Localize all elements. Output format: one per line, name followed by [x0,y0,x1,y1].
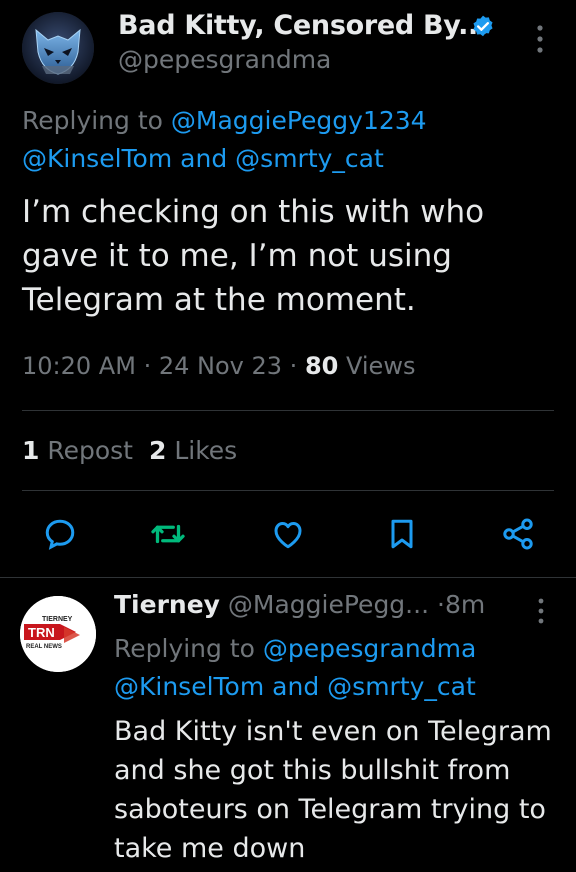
replying-and: and [272,672,320,701]
reply-time-sep: · [436,590,445,619]
replying-prefix: Replying to [22,106,163,135]
engagement-stats: 1 Repost 2 Likes [22,436,237,465]
replying-prefix: Replying to [114,634,255,663]
views-label: Views [346,352,416,380]
author-name[interactable]: Bad Kitty, Censored By... [118,10,488,41]
tweet-meta: 10:20 AM · 24 Nov 23 · 80 Views [22,352,415,380]
replying-to: Replying to @MaggiePeggy1234 @KinselTom … [22,102,552,178]
cat-avatar-icon [22,12,94,84]
reply-text: Bad Kitty isn't even on Telegram and she… [114,716,552,864]
verified-badge-icon [473,15,493,37]
likes-label: Likes [174,436,238,465]
mention-link[interactable]: @smrty_cat [327,672,476,701]
replying-and: and [180,144,228,173]
avatar-text-top: TIERNEY [42,616,73,623]
likes-count: 2 [148,436,167,465]
tweet-time[interactable]: 10:20 AM [22,352,136,380]
share-icon[interactable] [500,516,536,552]
reply-replying-to: Replying to @pepesgrandma @KinselTom and… [114,630,554,706]
reply-icon[interactable] [42,516,78,552]
divider [22,490,554,491]
tweet-text: I’m checking on this with who gave it to… [22,194,485,318]
author-avatar[interactable] [22,12,94,84]
like-icon[interactable] [270,516,306,552]
mention-link[interactable]: @MaggiePeggy1234 [171,106,427,135]
bookmark-icon[interactable] [384,516,420,552]
tweet-date[interactable]: 24 Nov 23 [159,352,282,380]
reply-author-handle[interactable]: @MaggiePegg... [228,590,429,619]
meta-separator: · [289,352,298,380]
tweet-separator [0,577,576,578]
more-options-icon[interactable] [530,22,550,56]
author-handle[interactable]: @pepesgrandma [118,45,331,74]
repost-count: 1 [22,436,40,465]
mention-link[interactable]: @pepesgrandma [263,634,476,663]
views-count: 80 [304,352,339,380]
reply-more-options-icon[interactable] [532,596,550,626]
repost-stat[interactable]: 1 Repost [22,436,133,465]
repost-icon[interactable] [150,516,186,552]
trn-logo-icon: TIERNEY TRN REAL NEWS [20,596,96,672]
likes-stat[interactable]: 2 Likes [149,436,237,465]
repost-label: Repost [47,436,133,465]
reply-header: Tierney @MaggiePegg... ·8m [114,590,485,619]
reply-avatar[interactable]: TIERNEY TRN REAL NEWS [20,596,96,672]
mention-link[interactable]: @smrty_cat [235,144,384,173]
avatar-text-mid: TRN [28,625,55,640]
reply-author-name[interactable]: Tierney [114,590,220,619]
reply-time[interactable]: 8m [445,590,485,619]
avatar-text-bot: REAL NEWS [26,644,62,650]
mention-link[interactable]: @KinselTom [114,672,264,701]
mention-link[interactable]: @KinselTom [22,144,172,173]
divider [22,410,554,411]
meta-separator: · [143,352,152,380]
